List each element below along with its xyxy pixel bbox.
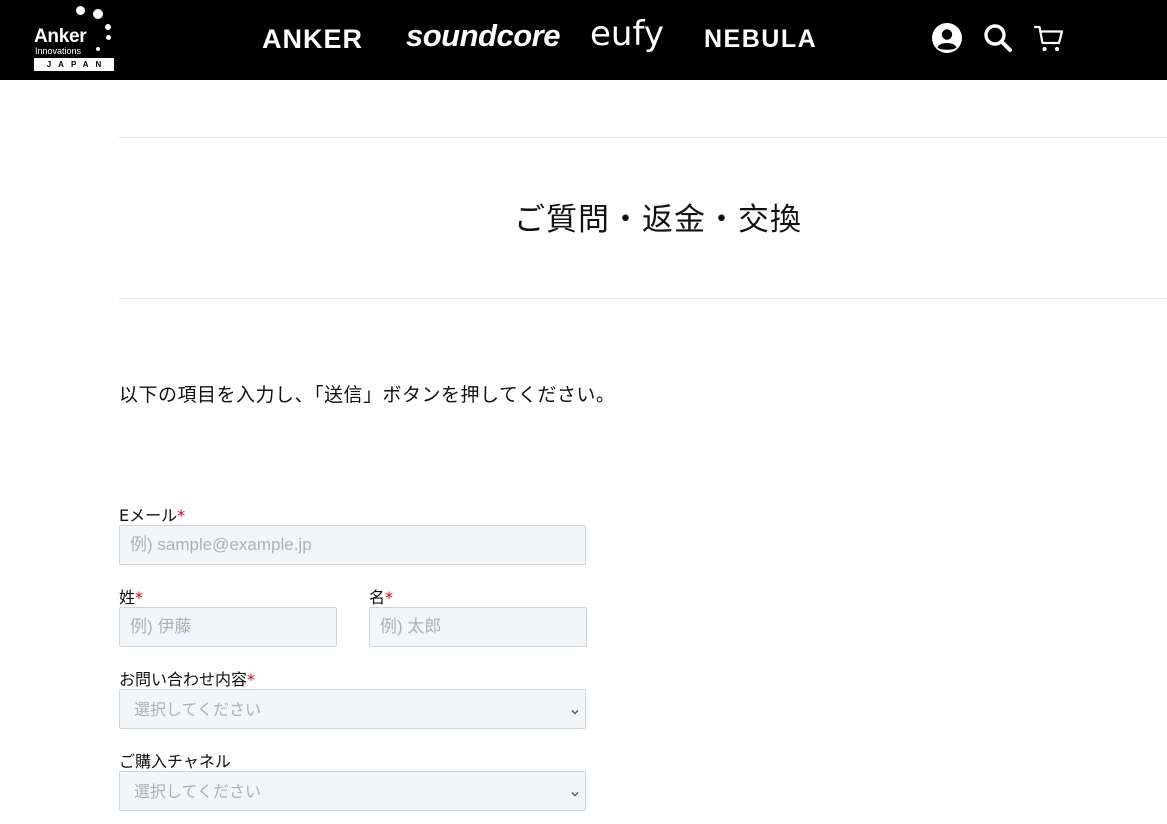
logo-subtitle: Innovations xyxy=(35,46,82,56)
required-mark: * xyxy=(247,670,256,689)
inquiry-type-select[interactable]: 選択してください xyxy=(119,689,586,729)
first-name-label: 名* xyxy=(369,584,393,608)
email-field[interactable] xyxy=(119,525,586,565)
inquiry-type-label: お問い合わせ内容* xyxy=(119,666,255,690)
brand-link-anker[interactable]: ANKER xyxy=(262,24,363,55)
purchase-channel-label: ご購入チャネル xyxy=(119,748,231,772)
email-label-text: Eメール xyxy=(119,506,178,525)
account-icon[interactable] xyxy=(931,22,963,54)
first-name-field[interactable] xyxy=(369,607,587,647)
site-header: Anker Innovations JAPAN ANKER soundcore … xyxy=(0,0,1167,80)
form-instructions: 以下の項目を入力し、「送信」ボタンを押してください。 xyxy=(119,384,616,406)
anker-innovations-logo[interactable]: Anker Innovations JAPAN xyxy=(30,6,118,74)
page-title: ご質問・返金・交換 xyxy=(514,202,802,238)
cart-icon[interactable] xyxy=(1033,22,1065,54)
brand-link-nebula[interactable]: NEBULA xyxy=(704,25,817,54)
first-name-label-text: 名 xyxy=(369,588,386,607)
required-mark: * xyxy=(135,588,144,607)
inquiry-type-label-text: お問い合わせ内容 xyxy=(119,670,248,689)
last-name-label-text: 姓 xyxy=(119,588,136,607)
last-name-field[interactable] xyxy=(119,607,337,647)
purchase-channel-select[interactable]: 選択してください xyxy=(119,771,586,811)
required-mark: * xyxy=(385,588,394,607)
brand-link-eufy[interactable]: eufy xyxy=(590,14,664,54)
email-label: Eメール* xyxy=(119,502,185,526)
title-top-divider xyxy=(119,137,1167,138)
last-name-label: 姓* xyxy=(119,584,143,608)
search-icon[interactable] xyxy=(982,22,1014,54)
logo-country: JAPAN xyxy=(34,58,114,71)
required-mark: * xyxy=(177,506,186,525)
brand-link-soundcore[interactable]: soundcore xyxy=(406,18,560,54)
logo-word: Anker xyxy=(34,26,87,47)
purchase-channel-label-text: ご購入チャネル xyxy=(119,752,231,771)
title-bottom-divider xyxy=(119,298,1167,299)
